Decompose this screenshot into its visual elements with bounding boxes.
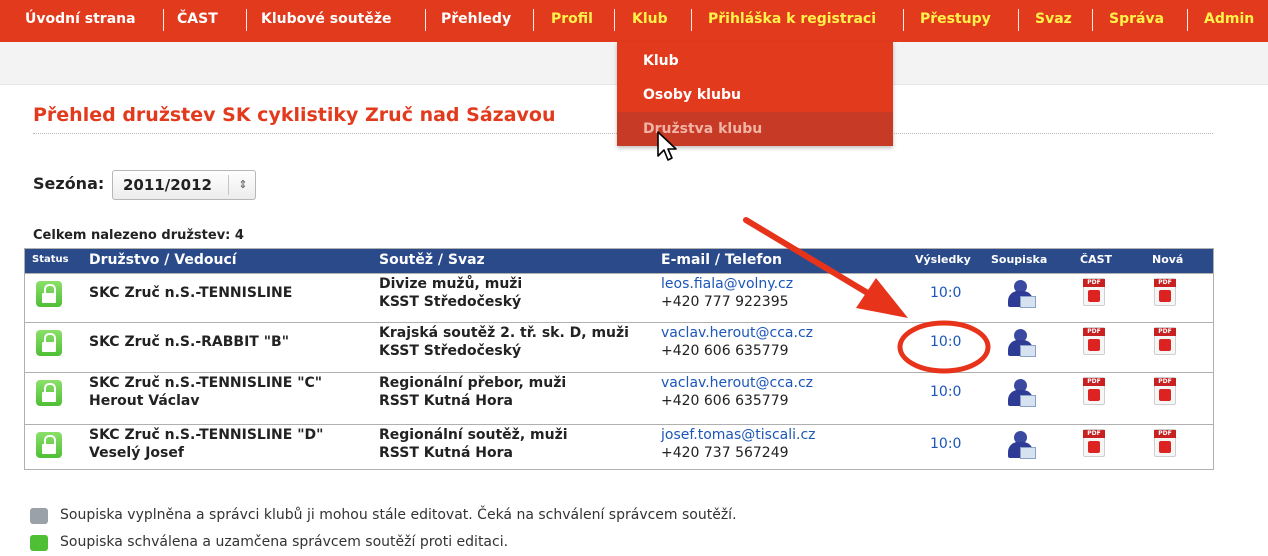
gray-lock-icon [30, 508, 48, 524]
green-lock-icon [30, 535, 48, 551]
annotation-overlay [743, 217, 991, 374]
annotation-arrow-icon [743, 217, 908, 318]
legend-text: Soupiska schválena a uzamčena správcem s… [60, 534, 509, 550]
legend-text: Soupiska vyplněna a správci klubů ji moh… [60, 507, 737, 523]
annotation-circle-icon [897, 320, 991, 374]
